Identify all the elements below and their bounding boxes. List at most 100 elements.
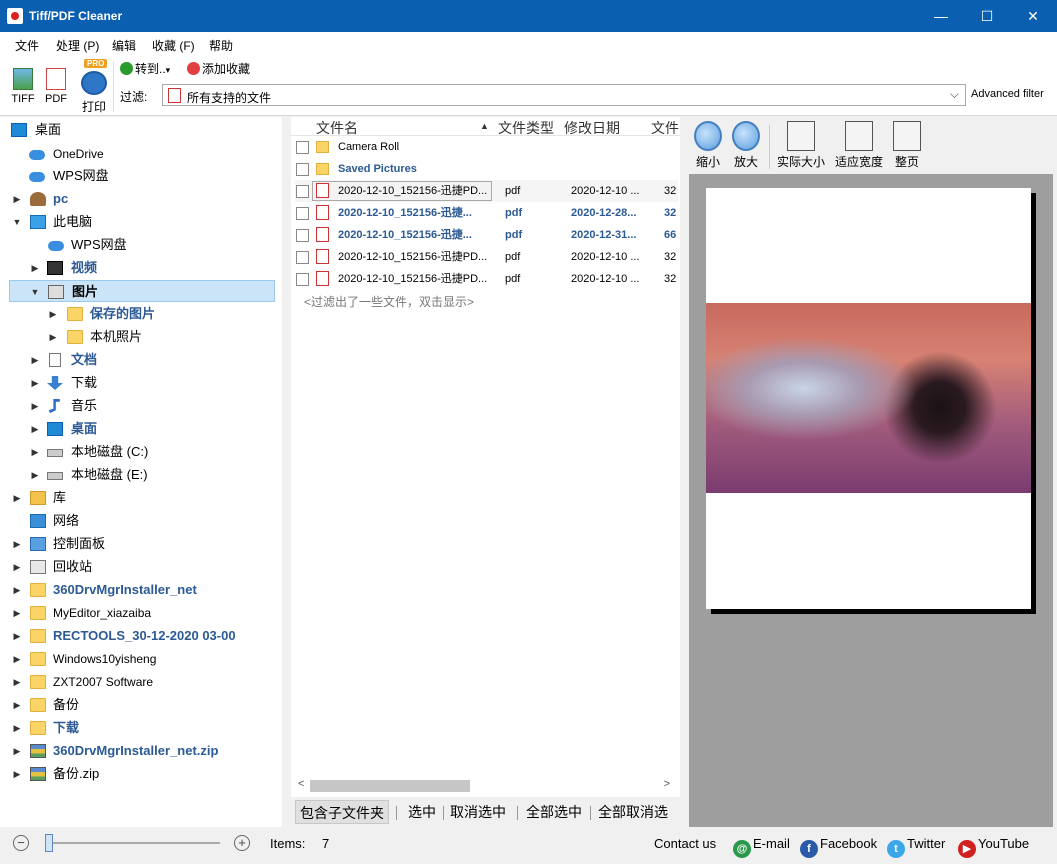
row-checkbox[interactable]: [296, 141, 309, 154]
menu-file[interactable]: 文件: [15, 37, 39, 54]
twitter-link[interactable]: t Twitter: [887, 836, 945, 858]
minimize-button[interactable]: —: [918, 0, 964, 32]
menu-favorites[interactable]: 收藏 (F): [152, 37, 195, 54]
expand-icon[interactable]: ▶: [12, 717, 22, 739]
pane-splitter[interactable]: [282, 117, 291, 827]
tree-item-desktop-2[interactable]: ▶ 桌面: [30, 418, 272, 440]
add-favorite-button[interactable]: 添加收藏: [187, 60, 250, 77]
tree-item-camera-roll[interactable]: ▶ 本机照片: [48, 326, 272, 348]
expand-icon[interactable]: ▶: [48, 303, 58, 325]
row-checkbox[interactable]: [296, 207, 309, 220]
horizontal-scrollbar[interactable]: < >: [295, 777, 678, 794]
expand-icon[interactable]: ▶: [12, 671, 22, 693]
tree-item-documents[interactable]: ▶ 文档: [30, 349, 272, 371]
expand-icon[interactable]: ▶: [12, 188, 22, 210]
scroll-left-icon[interactable]: <: [298, 778, 304, 790]
expand-icon[interactable]: ▶: [12, 602, 22, 624]
expand-icon[interactable]: ▶: [30, 418, 40, 440]
tree-item-drive-e[interactable]: ▶ 本地磁盘 (E:): [30, 464, 272, 486]
tree-item-this-pc[interactable]: ▼ 此电脑: [12, 211, 272, 233]
expand-icon[interactable]: ▶: [30, 395, 40, 417]
file-row[interactable]: Saved Pictures: [295, 158, 678, 180]
file-row[interactable]: 2020-12-10_152156-迅捷... pdf 2020-12-28... 3…: [295, 202, 678, 224]
row-checkbox[interactable]: [296, 163, 309, 176]
scrollbar-thumb[interactable]: [310, 780, 470, 792]
menu-help[interactable]: 帮助: [209, 37, 233, 54]
tree-item-libraries[interactable]: ▶ 库: [12, 487, 272, 509]
expand-icon[interactable]: ▶: [48, 326, 58, 348]
tree-item-folder[interactable]: ▶ 360DrvMgrInstaller_net: [12, 579, 272, 601]
tree-item-folder[interactable]: ▶ MyEditor_xiazaiba: [12, 602, 272, 624]
tree-item-zip[interactable]: ▶ 360DrvMgrInstaller_net.zip: [12, 740, 272, 762]
expand-icon[interactable]: ▶: [12, 648, 22, 670]
tree-item-pictures[interactable]: ▼ 图片: [9, 280, 275, 302]
column-date[interactable]: 修改日期: [564, 118, 620, 138]
row-checkbox[interactable]: [296, 273, 309, 286]
email-link[interactable]: @ E-mail: [733, 836, 790, 858]
collapse-icon[interactable]: ▼: [30, 281, 40, 303]
tree-item-control-panel[interactable]: ▶ 控制面板: [12, 533, 272, 555]
include-subfolders-button[interactable]: 包含子文件夹: [295, 800, 389, 824]
youtube-link[interactable]: ▶ YouTube: [958, 836, 1029, 858]
file-row[interactable]: 2020-12-10_152156-迅捷... pdf 2020-12-31... 6…: [295, 224, 678, 246]
menu-process[interactable]: 处理 (P): [56, 37, 99, 54]
tree-item-folder[interactable]: ▶ Windows10yisheng: [12, 648, 272, 670]
folder-tree[interactable]: 桌面 OneDrive WPS网盘 ▶ pc ▼ 此电脑 WPS网盘 ▶ 视频 ▼ 图片…: [0, 117, 282, 827]
tree-item-drive-c[interactable]: ▶ 本地磁盘 (C:): [30, 441, 272, 463]
expand-icon[interactable]: ▶: [30, 464, 40, 486]
expand-icon[interactable]: ▶: [12, 533, 22, 555]
expand-icon[interactable]: ▶: [12, 694, 22, 716]
expand-icon[interactable]: ▶: [30, 372, 40, 394]
print-button[interactable]: 打印: [78, 71, 110, 115]
tree-item-saved-pictures[interactable]: ▶ 保存的图片: [48, 303, 272, 325]
file-row[interactable]: 2020-12-10_152156-迅捷PD... pdf 2020-12-10 .…: [295, 246, 678, 268]
scroll-right-icon[interactable]: >: [664, 778, 670, 790]
filtered-files-note[interactable]: <过滤出了一些文件，双击显示>: [304, 293, 474, 310]
expand-icon[interactable]: ▶: [12, 487, 22, 509]
file-row[interactable]: 2020-12-10_152156-迅捷PD... pdf 2020-12-10 .…: [295, 268, 678, 290]
tree-item-wps-2[interactable]: WPS网盘: [30, 234, 272, 256]
row-checkbox[interactable]: [296, 185, 309, 198]
zoom-in-button[interactable]: 放大: [731, 121, 761, 170]
tree-item-desktop[interactable]: 桌面: [2, 119, 272, 141]
select-all-button[interactable]: 全部选中: [522, 800, 586, 824]
expand-icon[interactable]: ▶: [30, 441, 40, 463]
file-row[interactable]: 2020-12-10_152156-迅捷PD... pdf 2020-12-10 .…: [295, 180, 678, 202]
column-size[interactable]: 文件: [651, 118, 679, 138]
tree-item-zip[interactable]: ▶ 备份.zip: [12, 763, 272, 785]
row-checkbox[interactable]: [296, 251, 309, 264]
select-button[interactable]: 选中: [404, 800, 440, 824]
tree-item-music[interactable]: ▶ 音乐: [30, 395, 272, 417]
tree-item-folder[interactable]: ▶ ZXT2007 Software: [12, 671, 272, 693]
expand-icon[interactable]: ▶: [30, 349, 40, 371]
tree-item-wps[interactable]: WPS网盘: [20, 165, 272, 187]
facebook-link[interactable]: f Facebook: [800, 836, 877, 858]
actual-size-button[interactable]: 实际大小: [776, 121, 826, 170]
tree-item-folder[interactable]: ▶ 备份: [12, 694, 272, 716]
column-name[interactable]: 文件名: [316, 118, 358, 138]
pdf-button[interactable]: PDF: [43, 68, 69, 105]
tree-item-pc[interactable]: ▶ pc: [12, 188, 272, 210]
whole-page-button[interactable]: 整页: [891, 121, 923, 170]
expand-icon[interactable]: ▶: [12, 556, 22, 578]
deselect-button[interactable]: 取消选中: [446, 800, 510, 824]
deselect-all-button[interactable]: 全部取消选: [594, 800, 680, 824]
menu-edit[interactable]: 编辑: [112, 37, 136, 54]
collapse-icon[interactable]: ▼: [12, 211, 22, 233]
tree-item-folder[interactable]: ▶ 下载: [12, 717, 272, 739]
expand-icon[interactable]: ▶: [12, 625, 22, 647]
advanced-filter-link[interactable]: Advanced filter: [971, 88, 1044, 100]
tiff-button[interactable]: TIFF: [10, 68, 36, 105]
zoom-out-small-button[interactable]: −: [13, 835, 29, 851]
tree-item-downloads[interactable]: ▶ 下载: [30, 372, 272, 394]
tree-item-network[interactable]: 网络: [12, 510, 272, 532]
tree-item-folder[interactable]: ▶ RECTOOLS_30-12-2020 03-00: [12, 625, 272, 647]
tree-item-onedrive[interactable]: OneDrive: [20, 143, 272, 165]
file-row[interactable]: Camera Roll: [295, 136, 678, 158]
fit-width-button[interactable]: 适应宽度: [834, 121, 884, 170]
tree-item-videos[interactable]: ▶ 视频: [30, 257, 272, 279]
row-checkbox[interactable]: [296, 229, 309, 242]
column-type[interactable]: 文件类型: [498, 118, 554, 138]
close-button[interactable]: ✕: [1010, 0, 1056, 32]
goto-button[interactable]: 转到..▾: [120, 60, 170, 77]
